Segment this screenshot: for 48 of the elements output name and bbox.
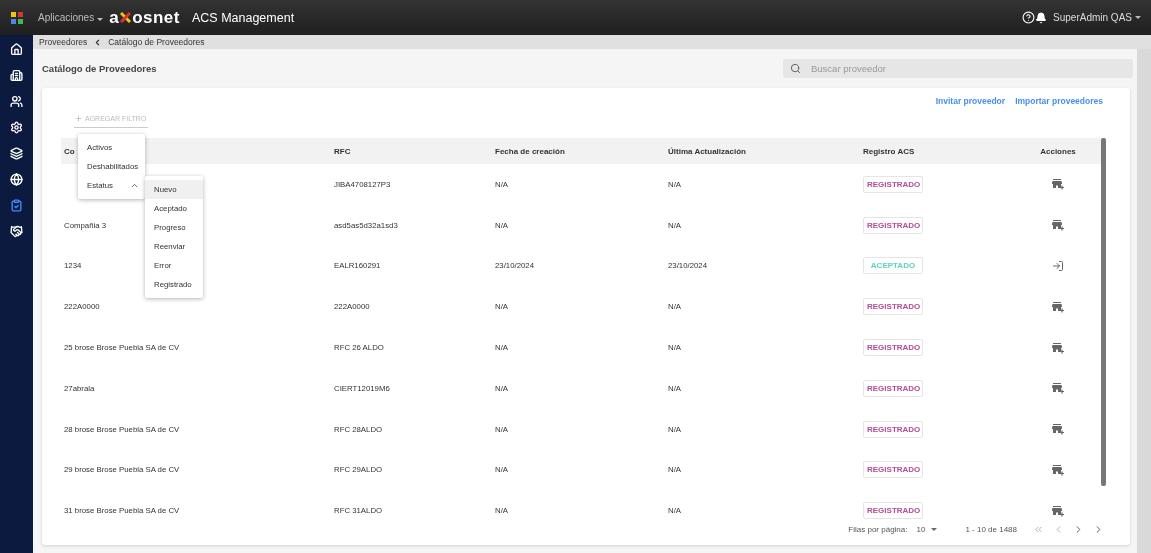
column-header: Registro ACS bbox=[863, 146, 915, 156]
breadcrumb-link[interactable]: Proveedores bbox=[39, 37, 88, 47]
search-input[interactable]: Buscar proveedor bbox=[809, 62, 1133, 75]
plus-icon bbox=[74, 113, 83, 123]
layers-icon[interactable] bbox=[7, 145, 26, 161]
status-badge: REGISTRADO bbox=[863, 379, 923, 397]
status-badge: REGISTRADO bbox=[863, 216, 923, 234]
store-plus-icon[interactable] bbox=[1051, 504, 1065, 517]
store-plus-icon[interactable] bbox=[1051, 382, 1065, 395]
status-badge: REGISTRADO bbox=[863, 298, 923, 316]
app-logo-icon bbox=[10, 10, 24, 25]
status-badge: REGISTRADO bbox=[863, 502, 923, 520]
status-badge: REGISTRADO bbox=[863, 175, 923, 193]
status-badge: ACEPTADO bbox=[863, 257, 923, 275]
building-icon[interactable] bbox=[7, 67, 26, 83]
handshake-icon[interactable] bbox=[7, 223, 26, 239]
column-header: RFC bbox=[334, 146, 351, 156]
rows-per-page-label: Filas por página: bbox=[848, 525, 908, 534]
status-badge: REGISTRADO bbox=[863, 461, 923, 479]
column-header: Fecha de creación bbox=[495, 146, 565, 156]
search-field[interactable]: Buscar proveedor bbox=[783, 59, 1133, 78]
store-plus-icon[interactable] bbox=[1051, 341, 1065, 354]
user-menu[interactable]: SuperAdmin QAS bbox=[1053, 12, 1141, 23]
store-plus-icon[interactable] bbox=[1051, 463, 1065, 476]
column-header: Acciones bbox=[1040, 146, 1076, 156]
users-icon[interactable] bbox=[7, 93, 26, 109]
breadcrumb-current: Catálogo de Proveedores bbox=[108, 37, 205, 47]
search-icon bbox=[790, 63, 801, 74]
rows-per-page-select[interactable]: 10 bbox=[916, 525, 938, 534]
apps-menu[interactable]: Aplicaciones bbox=[38, 12, 104, 23]
app-title: ACS Management bbox=[191, 10, 295, 25]
store-plus-icon[interactable] bbox=[1051, 219, 1065, 232]
status-badge: REGISTRADO bbox=[863, 420, 923, 438]
status-badge: REGISTRADO bbox=[863, 339, 923, 357]
brand-logo: a osnet bbox=[109, 7, 180, 28]
store-plus-icon[interactable] bbox=[1051, 178, 1065, 191]
store-plus-icon[interactable] bbox=[1051, 423, 1065, 436]
globe-icon[interactable] bbox=[7, 171, 26, 187]
page-title: Catálogo de Proveedores bbox=[42, 63, 157, 74]
bell-icon[interactable] bbox=[1035, 11, 1048, 24]
help-icon[interactable] bbox=[1022, 11, 1036, 24]
column-header: Co bbox=[64, 146, 75, 156]
scrollbar-thumb[interactable] bbox=[1101, 138, 1106, 486]
login-icon[interactable] bbox=[1052, 260, 1064, 272]
store-plus-icon[interactable] bbox=[1051, 300, 1065, 313]
page-range: 1 - 10 de 1488 bbox=[965, 525, 1017, 534]
column-header: Última Actualización bbox=[668, 146, 746, 156]
window-scrollbar[interactable] bbox=[1137, 49, 1151, 553]
